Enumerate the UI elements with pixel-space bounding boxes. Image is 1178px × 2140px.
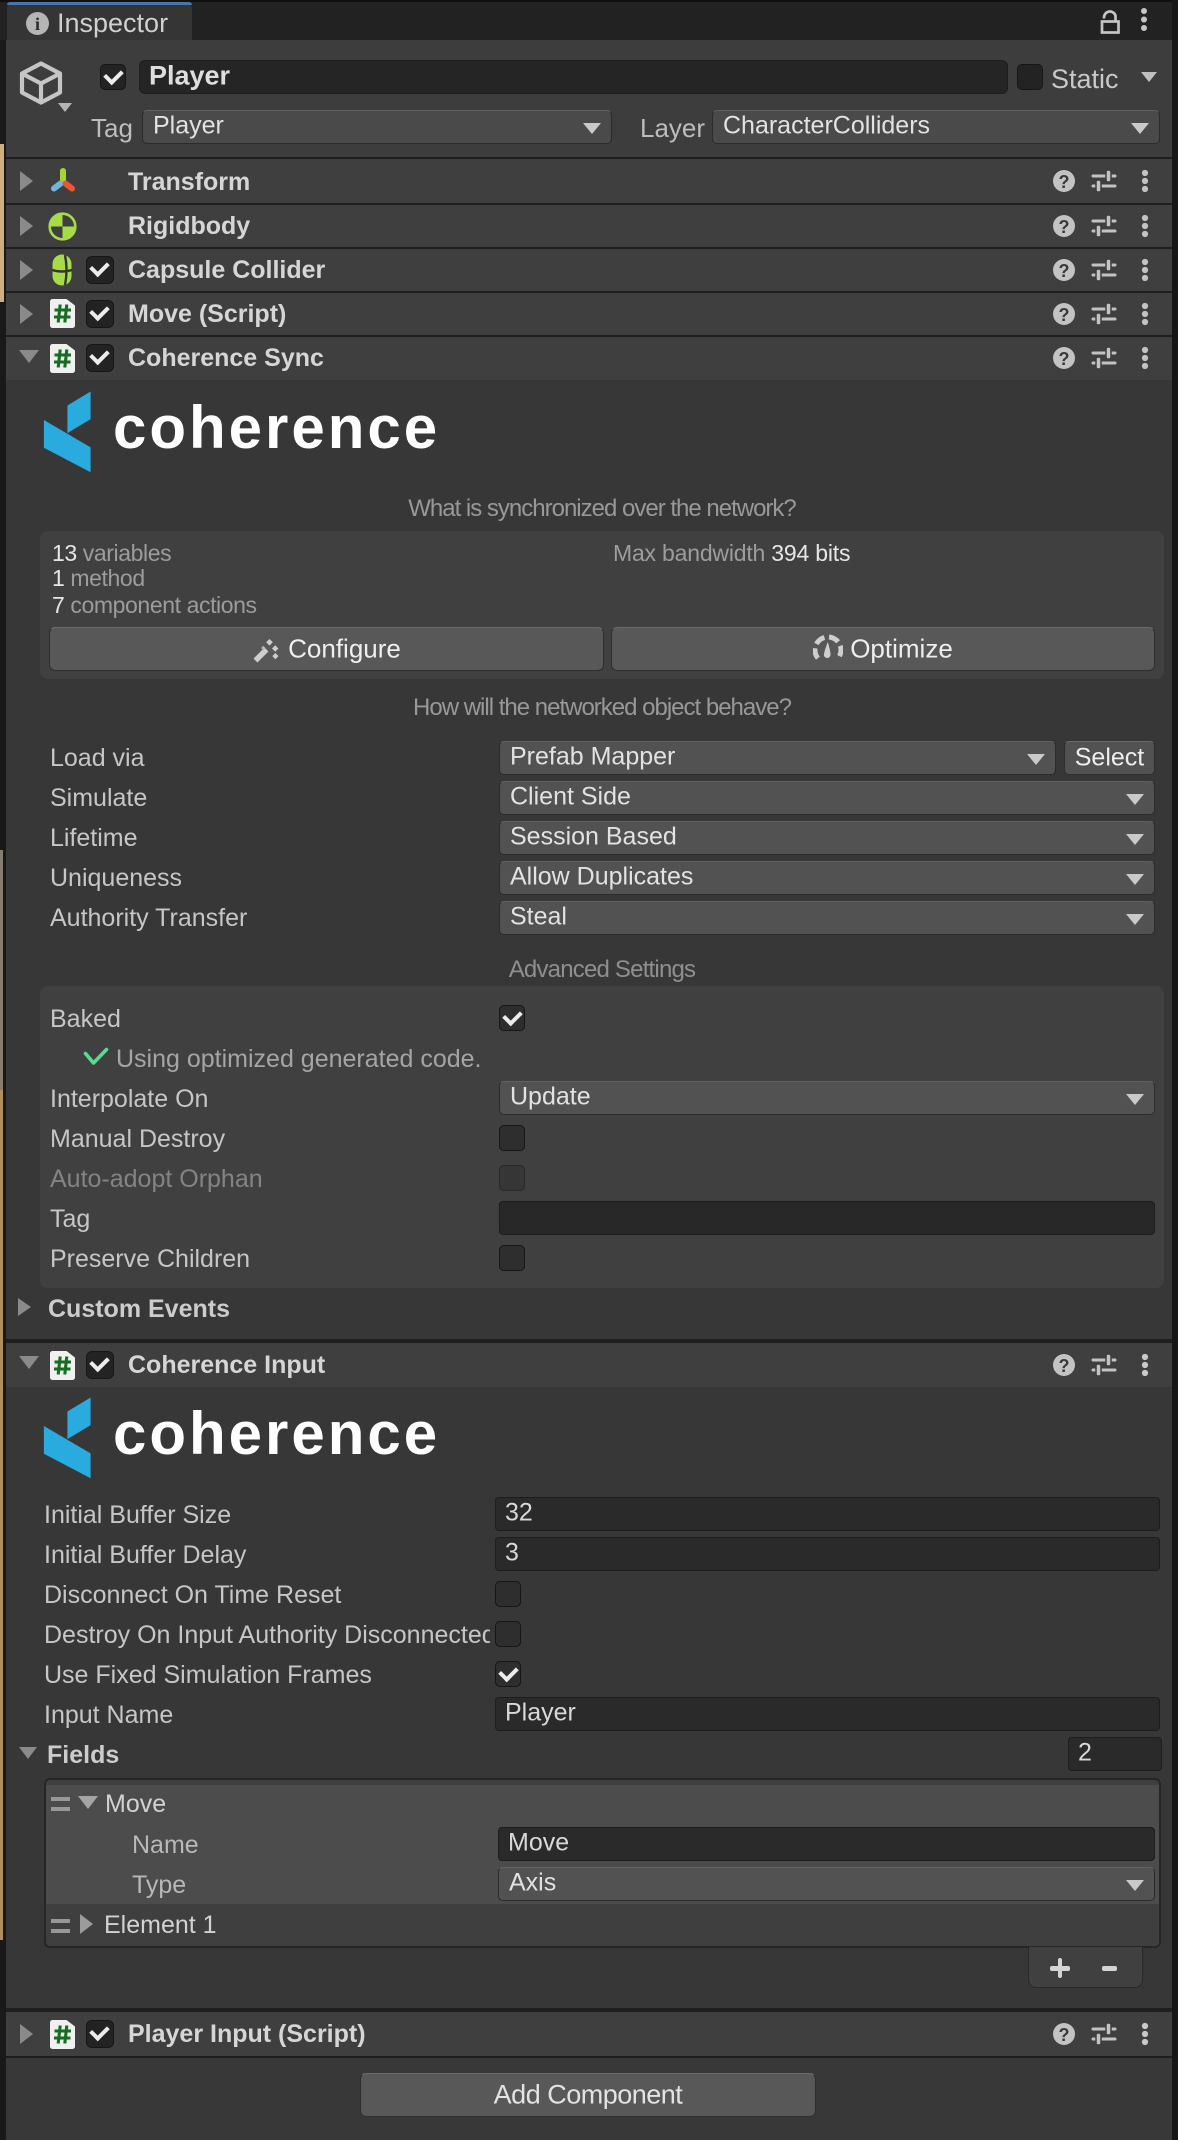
svg-text:?: ?: [1059, 1356, 1070, 1376]
svg-text:?: ?: [1059, 261, 1070, 281]
svg-text:?: ?: [1059, 305, 1070, 325]
svg-text:?: ?: [1059, 217, 1070, 237]
svg-text:?: ?: [1059, 172, 1070, 192]
svg-text:?: ?: [1059, 349, 1070, 369]
svg-text:?: ?: [1059, 2025, 1070, 2045]
